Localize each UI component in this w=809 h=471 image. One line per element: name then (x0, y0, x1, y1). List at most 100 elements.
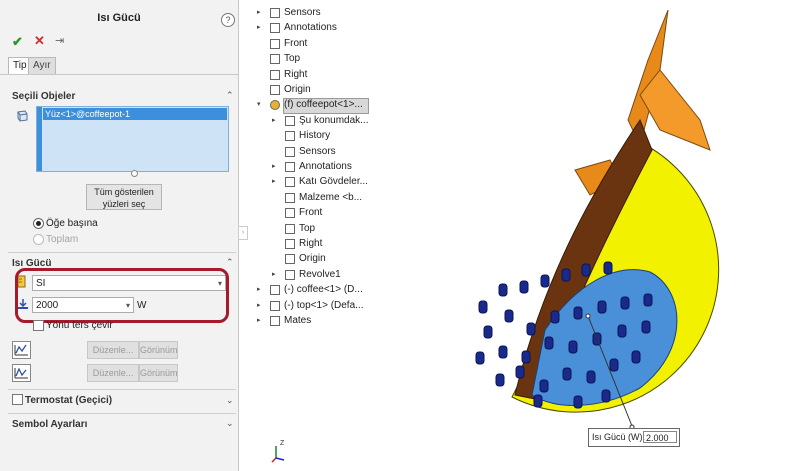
tree-node-icon (285, 177, 295, 188)
heat-load-symbol (526, 322, 536, 336)
highlight-annotation (15, 268, 229, 323)
tree-node-icon (285, 254, 295, 265)
expand-symbol-settings-icon[interactable]: ⌄ (226, 418, 234, 429)
select-all-shown-faces-line2: yüzleri seç (102, 199, 146, 209)
heat-load-symbol (533, 394, 543, 408)
tree-expander-icon[interactable]: ▸ (272, 160, 276, 174)
tree-node-icon (285, 239, 295, 249)
collapse-heat-power-icon[interactable]: ⌃ (226, 257, 234, 268)
callout-value[interactable]: 2.000 (643, 431, 677, 443)
tree-item-label: Şu konumdak... (299, 114, 369, 126)
tree-item-label: Origin (284, 84, 311, 95)
selected-objects-header[interactable]: Seçili Objeler (12, 91, 75, 102)
heat-load-symbol (519, 280, 529, 294)
triad-z-label: Z (280, 440, 285, 447)
help-icon[interactable]: ? (221, 13, 235, 27)
heat-load-symbol (597, 300, 607, 314)
tree-item-label: Sensors (299, 145, 336, 157)
tree-node-icon (270, 69, 280, 80)
heat-load-symbol (581, 263, 591, 277)
tree-item-label: Front (284, 37, 308, 49)
total-radio[interactable] (33, 234, 44, 245)
edit-button[interactable]: Düzenle... (87, 341, 139, 359)
expand-thermostat-icon[interactable]: ⌄ (226, 395, 234, 406)
heat-load-symbol (539, 379, 549, 393)
time-curve-icon[interactable] (12, 364, 31, 382)
heat-load-symbol (483, 325, 493, 339)
resize-handle-icon[interactable] (131, 170, 138, 177)
feature-tree: ▸ Sensors ▸ Annotations Front Top Right Origin ▾… (250, 0, 380, 340)
tree-node-icon (285, 115, 295, 126)
collapse-selected-objects-icon[interactable]: ⌃ (226, 90, 234, 101)
view-button[interactable]: Görünüm (139, 341, 178, 359)
tree-expander-icon[interactable]: ▸ (257, 299, 261, 313)
tree-expander-icon[interactable]: ▸ (257, 21, 261, 35)
tree-expander-icon[interactable]: ▸ (272, 268, 276, 282)
panel-collapse-handle[interactable]: › (238, 226, 248, 240)
heat-load-symbol (504, 309, 514, 323)
tree-node-icon (285, 269, 295, 280)
heat-load-symbol (617, 324, 627, 338)
heat-load-symbol (521, 350, 531, 364)
reverse-direction-label: Yönü ters çevir (46, 320, 113, 331)
select-all-shown-faces-button[interactable]: Tüm gösterilen yüzleri seç (86, 184, 162, 210)
heat-load-symbol (568, 340, 578, 354)
graphics-viewport[interactable] (380, 0, 809, 471)
tree-node-icon (285, 208, 295, 219)
heat-load-symbol (620, 296, 630, 310)
function-curve-icon[interactable] (12, 341, 31, 359)
pin-icon[interactable]: ⇥ (55, 34, 64, 47)
tree-expander-icon[interactable]: ▸ (272, 175, 276, 189)
heat-load-symbol (562, 367, 572, 381)
callout-anchor (585, 313, 591, 319)
tree-expander-icon[interactable]: ▸ (257, 283, 261, 297)
thermostat-checkbox[interactable] (12, 394, 23, 405)
tab-separate[interactable]: Ayır (28, 57, 56, 75)
view-button-2[interactable]: Görünüm (139, 364, 178, 382)
selection-list[interactable]: Yüz<1>@coffeepot-1 (36, 106, 229, 172)
tree-item-label: Sensors (284, 7, 321, 18)
ok-button[interactable]: ✔ (12, 34, 23, 50)
tree-item-label: (-) top<1> (Defa... (284, 299, 364, 311)
tree-node-icon (270, 23, 280, 34)
panel-title: Isı Gücü (97, 12, 141, 24)
tree-item-label: History (299, 130, 331, 142)
tree-expander-icon[interactable]: ▸ (257, 314, 261, 328)
heat-load-symbol (495, 373, 505, 387)
tree-item-label: Top (284, 53, 301, 65)
selection-list-item[interactable]: Yüz<1>@coffeepot-1 (43, 108, 227, 120)
tree-expander-icon[interactable]: ▾ (257, 98, 261, 112)
total-label: Toplam (46, 234, 79, 245)
section-divider (8, 252, 236, 253)
tree-item-label: Origin (299, 253, 326, 265)
property-manager-panel: Isı Gücü ? ✔ ✕ ⇥ Tip Ayır Seçili Objeler… (0, 0, 239, 471)
per-item-label: Öğe başına (46, 218, 98, 229)
heat-load-symbol (544, 336, 554, 350)
tree-expander-icon[interactable]: ▸ (257, 6, 261, 20)
tab-divider (0, 74, 238, 75)
tree-node-icon (285, 131, 295, 142)
heat-load-symbol (601, 389, 611, 403)
tree-item-label: Mates (284, 315, 312, 326)
tree-node-icon (270, 100, 280, 111)
reverse-direction-checkbox[interactable] (33, 320, 44, 331)
tree-item-label: Malzeme <b... (299, 191, 363, 203)
symbol-settings-header[interactable]: Sembol Ayarları (12, 419, 87, 430)
tree-item-label: (f) coffeepot<1>... (284, 99, 363, 111)
select-all-shown-faces-line1: Tüm gösterilen (94, 187, 154, 197)
heat-load-symbol (540, 274, 550, 288)
heat-load-symbol (561, 268, 571, 282)
tree-item-label: Annotations (299, 161, 352, 172)
cancel-button[interactable]: ✕ (34, 33, 45, 49)
heat-load-symbol (603, 261, 613, 275)
heat-load-symbol (498, 345, 508, 359)
tree-item-label: Right (299, 238, 323, 249)
heat-load-symbol (609, 358, 619, 372)
tree-item-label: Katı Gövdeler... (299, 176, 368, 188)
callout-label: Isı Gücü (W): (592, 432, 646, 442)
tree-expander-icon[interactable]: ▸ (272, 114, 276, 128)
per-item-radio[interactable] (33, 218, 44, 229)
heat-load-symbol (498, 283, 508, 297)
heat-power-callout[interactable]: Isı Gücü (W): 2.000 (588, 428, 680, 447)
edit-button-2[interactable]: Düzenle... (87, 364, 139, 382)
